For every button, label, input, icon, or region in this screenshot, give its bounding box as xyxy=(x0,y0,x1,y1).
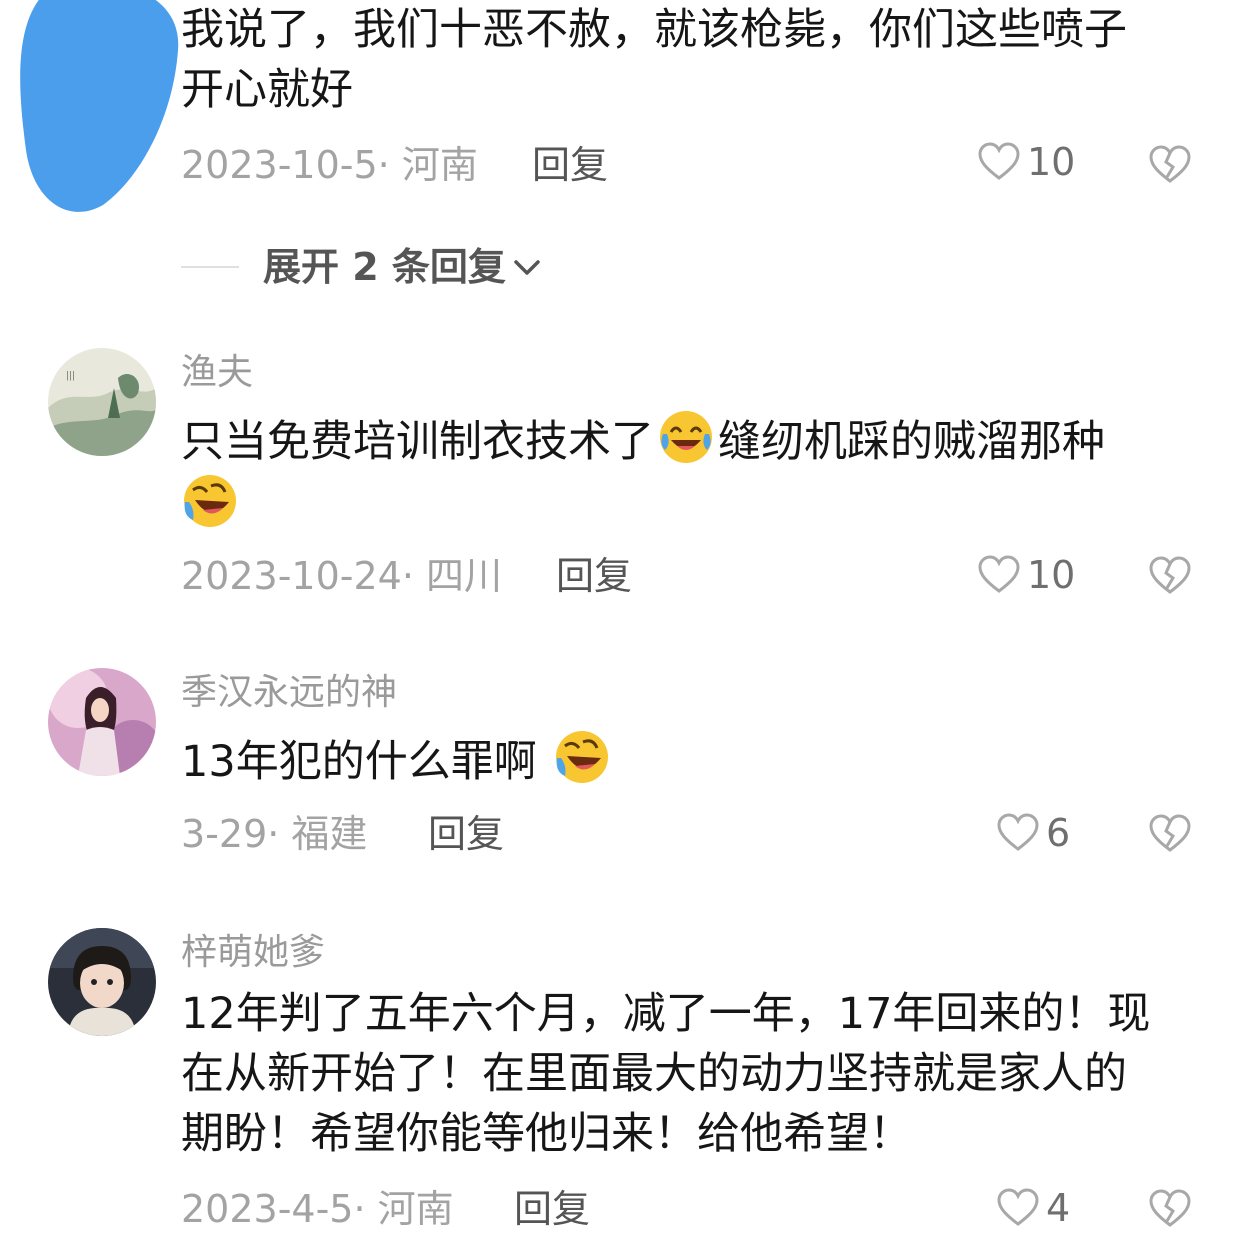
heart-outline-icon xyxy=(997,1188,1039,1226)
svg-text:|||: ||| xyxy=(66,371,75,381)
like-count: 6 xyxy=(1046,811,1071,855)
comment-meta: 2023-4-5· 河南 xyxy=(181,1187,454,1231)
like-count: 4 xyxy=(1046,1186,1071,1230)
comment-text: 12年判了五年六个月，减了一年，17年回来的！现 在从新开始了！在里面最大的动力… xyxy=(181,989,1151,1159)
reply-button[interactable]: 回复 xyxy=(428,815,504,853)
chevron-down-icon xyxy=(514,260,540,275)
comment-meta: 2023-10-24· 四川 xyxy=(181,554,502,598)
username[interactable]: 梓萌她爹 xyxy=(181,935,325,971)
like-count: 10 xyxy=(1027,553,1076,597)
divider-line xyxy=(181,266,239,268)
comment-meta: 3-29· 福建 xyxy=(181,812,368,856)
like-button[interactable]: 10 xyxy=(977,142,1075,182)
reply-button[interactable]: 回复 xyxy=(532,146,608,184)
like-button[interactable]: 6 xyxy=(996,813,1070,853)
like-button[interactable]: 4 xyxy=(996,1188,1070,1228)
avatar[interactable] xyxy=(48,928,156,1036)
username[interactable]: 渔夫 xyxy=(181,355,253,391)
comment-text: 我说了，我们十恶不赦，就该枪毙，你们这些喷子 开心就好 xyxy=(181,5,1127,115)
reply-button[interactable]: 回复 xyxy=(556,557,632,595)
username[interactable]: 季汉永远的神 xyxy=(181,675,397,711)
avatar[interactable]: ||| xyxy=(48,348,156,456)
expand-replies-label: 展开 2 条回复 xyxy=(263,245,506,289)
rolling-laughing-emoji xyxy=(556,731,609,783)
comment-list: 我说了，我们十恶不赦，就该枪毙，你们这些喷子 开心就好 2023-10-5· 河… xyxy=(0,0,1242,1242)
like-button[interactable]: 10 xyxy=(977,555,1075,595)
expand-replies-button[interactable]: 展开 2 条回复 xyxy=(181,248,544,286)
comment-text: 只当免费培训制衣技术了 缝纫机踩的贼溜那种 xyxy=(181,408,1191,536)
comment-text: 13年犯的什么罪啊 xyxy=(181,728,1191,792)
reply-button[interactable]: 回复 xyxy=(514,1190,590,1228)
heart-outline-icon xyxy=(997,813,1039,851)
avatar[interactable] xyxy=(48,668,156,776)
broken-heart-icon[interactable] xyxy=(1148,814,1192,854)
broken-heart-icon[interactable] xyxy=(1148,556,1192,596)
heart-outline-icon xyxy=(978,555,1020,593)
tears-of-joy-emoji xyxy=(660,411,712,463)
heart-outline-icon xyxy=(978,142,1020,180)
rolling-laughing-emoji xyxy=(184,475,236,527)
like-count: 10 xyxy=(1027,140,1076,184)
comment-meta: 2023-10-5· 河南 xyxy=(181,143,478,187)
broken-heart-icon[interactable] xyxy=(1148,145,1192,185)
broken-heart-icon[interactable] xyxy=(1148,1189,1192,1229)
redaction-blob xyxy=(20,0,179,212)
